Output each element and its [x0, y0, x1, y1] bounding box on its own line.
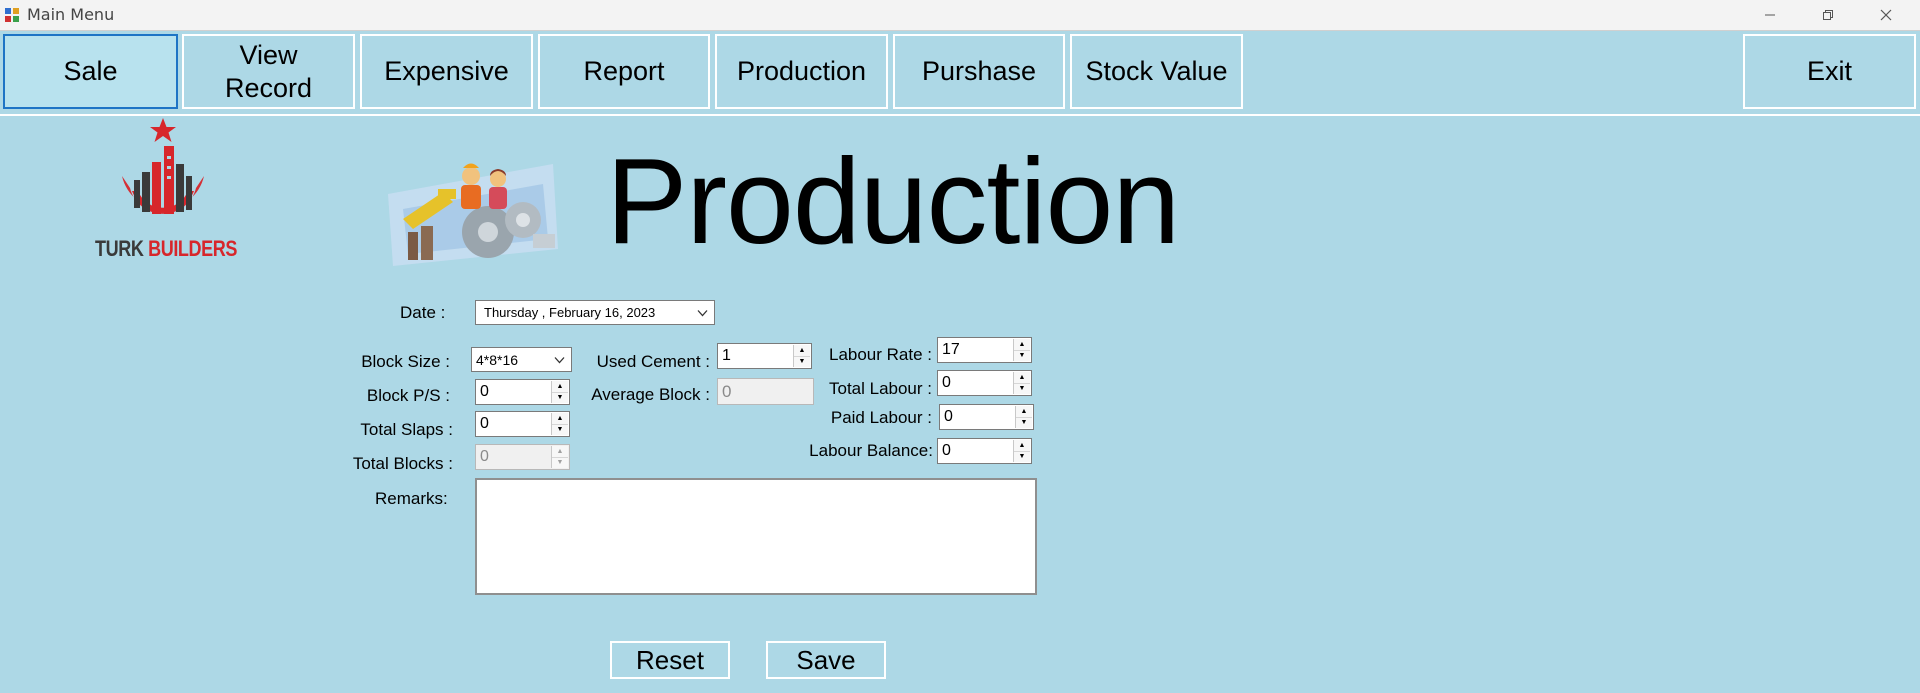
- reset-button-label: Reset: [636, 644, 704, 675]
- total-labour-spin-buttons[interactable]: ▲ ▼: [1013, 372, 1030, 394]
- stock-value-button-label: Stock Value: [1085, 56, 1228, 87]
- total-slaps-label: Total Slaps :: [360, 420, 453, 439]
- total-slaps-stepper[interactable]: 0 ▲ ▼: [475, 411, 570, 437]
- expensive-button[interactable]: Expensive: [360, 34, 533, 109]
- spin-up-icon[interactable]: ▲: [1014, 339, 1030, 351]
- page-title: Production: [606, 133, 1180, 269]
- report-button-label: Report: [583, 56, 665, 87]
- exit-button-label: Exit: [1806, 56, 1852, 87]
- restore-button[interactable]: [1799, 0, 1857, 30]
- chevron-down-icon: [554, 356, 565, 363]
- spin-down-icon: ▼: [552, 457, 568, 468]
- exit-button[interactable]: Exit: [1743, 34, 1916, 109]
- labour-rate-label: Labour Rate :: [828, 345, 932, 364]
- labour-balance-value: 0: [942, 442, 951, 459]
- spin-up-icon[interactable]: ▲: [1016, 406, 1032, 418]
- spin-up-icon: ▲: [552, 446, 568, 458]
- spin-down-icon[interactable]: ▼: [552, 424, 568, 435]
- used-cement-label: Used Cement :: [596, 352, 710, 371]
- labour-rate-value: 17: [942, 341, 960, 358]
- save-button-label: Save: [796, 644, 856, 675]
- block-ps-spin-buttons[interactable]: ▲ ▼: [551, 381, 568, 403]
- expensive-button-label: Expensive: [384, 56, 509, 87]
- report-button[interactable]: Report: [538, 34, 710, 109]
- total-blocks-spin-buttons: ▲ ▼: [551, 446, 568, 468]
- stock-value-button[interactable]: Stock Value: [1070, 34, 1243, 109]
- spin-down-icon[interactable]: ▼: [1016, 417, 1032, 428]
- date-picker[interactable]: Thursday , February 16, 2023: [475, 300, 715, 325]
- total-blocks-value: 0: [480, 448, 489, 465]
- save-button[interactable]: Save: [766, 641, 886, 679]
- block-size-value: 4*8*16: [476, 351, 519, 368]
- used-cement-stepper[interactable]: 1 ▲ ▼: [717, 343, 812, 369]
- total-slaps-spin-buttons[interactable]: ▲ ▼: [551, 413, 568, 435]
- close-icon: [1880, 9, 1892, 21]
- spin-up-icon[interactable]: ▲: [1014, 440, 1030, 452]
- close-button[interactable]: [1857, 0, 1915, 30]
- view-record-button[interactable]: View Record: [182, 34, 355, 109]
- labour-rate-stepper[interactable]: 17 ▲ ▼: [937, 337, 1032, 363]
- spin-down-icon[interactable]: ▼: [1014, 383, 1030, 394]
- logo-word-builders: BUILDERS: [148, 236, 238, 261]
- purshase-button[interactable]: Purshase: [893, 34, 1065, 109]
- production-button[interactable]: Production: [715, 34, 888, 109]
- total-slaps-value: 0: [480, 415, 489, 432]
- paid-labour-spin-buttons[interactable]: ▲ ▼: [1015, 406, 1032, 428]
- spin-up-icon[interactable]: ▲: [552, 413, 568, 425]
- spin-up-icon[interactable]: ▲: [552, 381, 568, 393]
- restore-icon: [1823, 10, 1833, 20]
- reset-button[interactable]: Reset: [610, 641, 730, 679]
- labour-balance-spin-buttons[interactable]: ▲ ▼: [1013, 440, 1030, 462]
- view-record-label-line1: View: [239, 40, 298, 71]
- labour-rate-spin-buttons[interactable]: ▲ ▼: [1013, 339, 1030, 361]
- labour-balance-stepper[interactable]: 0 ▲ ▼: [937, 438, 1032, 464]
- production-button-label: Production: [736, 56, 867, 87]
- turk-builders-logo: TURK BUILDERS: [92, 116, 237, 266]
- block-size-label: Block Size :: [361, 352, 450, 371]
- minimize-icon: [1765, 14, 1775, 16]
- window-title: Main Menu: [27, 5, 115, 24]
- chevron-down-icon: [697, 309, 708, 316]
- block-ps-stepper[interactable]: 0 ▲ ▼: [475, 379, 570, 405]
- remarks-textarea[interactable]: [475, 478, 1037, 595]
- block-ps-value: 0: [480, 383, 489, 400]
- date-value: Thursday , February 16, 2023: [484, 305, 656, 320]
- spin-down-icon[interactable]: ▼: [552, 392, 568, 403]
- app-grid-icon: [5, 8, 19, 22]
- purshase-button-label: Purshase: [921, 56, 1037, 87]
- production-workers-image: [383, 154, 563, 272]
- title-bar: Main Menu: [0, 0, 1920, 31]
- used-cement-value: 1: [722, 347, 731, 364]
- labour-balance-label: Labour Balance:: [809, 441, 933, 460]
- view-record-label-line2: Record: [224, 72, 313, 103]
- sale-button[interactable]: Sale: [3, 34, 178, 109]
- gears-workers-illustration: [388, 163, 558, 266]
- sale-button-label: Sale: [63, 56, 118, 87]
- average-block-value: 0: [722, 381, 732, 401]
- paid-labour-value: 0: [944, 408, 953, 425]
- minimize-button[interactable]: [1741, 0, 1799, 30]
- block-size-select[interactable]: 4*8*16: [471, 347, 572, 372]
- total-labour-value: 0: [942, 374, 951, 391]
- spin-down-icon[interactable]: ▼: [1014, 451, 1030, 462]
- logo-wordmark: TURK BUILDERS: [95, 236, 237, 262]
- total-labour-label: Total Labour :: [828, 379, 932, 398]
- average-block-label: Average Block :: [591, 385, 710, 404]
- remarks-label: Remarks:: [375, 489, 448, 508]
- spin-down-icon[interactable]: ▼: [1014, 350, 1030, 361]
- paid-labour-stepper[interactable]: 0 ▲ ▼: [939, 404, 1034, 430]
- main-menu-window: Main Menu Sale View Record Expensive Rep…: [0, 0, 1920, 693]
- date-label: Date :: [400, 303, 446, 322]
- total-blocks-label: Total Blocks :: [352, 454, 453, 473]
- logo-word-turk: TURK: [95, 236, 144, 261]
- block-ps-label: Block P/S :: [366, 386, 450, 405]
- total-blocks-stepper: 0 ▲ ▼: [475, 444, 570, 470]
- spin-up-icon[interactable]: ▲: [1014, 372, 1030, 384]
- total-labour-stepper[interactable]: 0 ▲ ▼: [937, 370, 1032, 396]
- paid-labour-label: Paid Labour :: [830, 408, 932, 427]
- main-toolbar: Sale View Record Expensive Report Produc…: [0, 31, 1920, 116]
